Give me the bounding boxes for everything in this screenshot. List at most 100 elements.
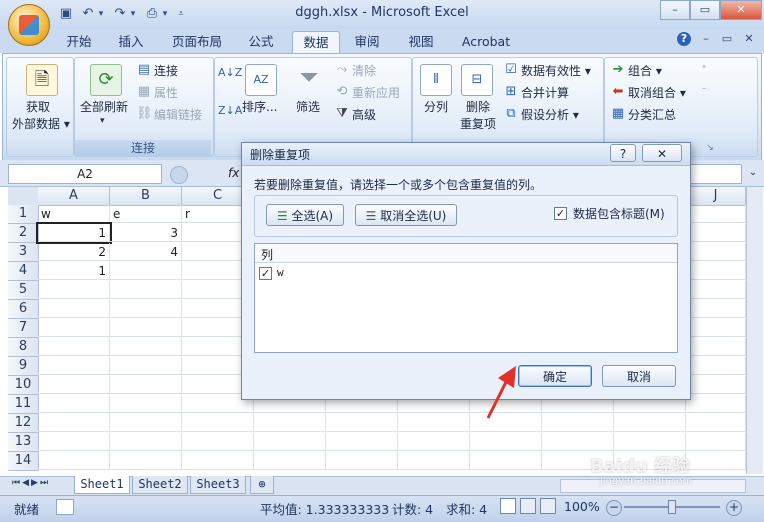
consolidate-button[interactable]: 合并计算	[521, 84, 569, 101]
cell-i13[interactable]	[614, 433, 686, 451]
tab-page-layout[interactable]: 页面布局	[166, 31, 228, 53]
dialog-title-bar[interactable]: 删除重复项 ? ✕	[242, 143, 690, 166]
cell-b10[interactable]	[110, 376, 182, 394]
cell-a6[interactable]	[38, 300, 110, 318]
cell-j12[interactable]	[686, 414, 746, 432]
cell-b5[interactable]	[110, 281, 182, 299]
cell-a11[interactable]	[38, 395, 110, 413]
cell-a1[interactable]: w	[38, 205, 110, 223]
cell-b3[interactable]: 4	[110, 243, 182, 261]
column-header-j[interactable]: J	[686, 187, 746, 206]
filter-button[interactable]: 筛选	[296, 98, 320, 115]
cell-b8[interactable]	[110, 338, 182, 356]
row-header[interactable]: 3	[8, 243, 39, 262]
clear-button[interactable]: 清除	[352, 62, 376, 79]
select-all-corner[interactable]	[8, 187, 39, 206]
get-external-data-label-2[interactable]: 外部数据 ▾	[12, 115, 70, 132]
row-header[interactable]: 11	[8, 395, 39, 414]
unselect-all-button[interactable]: ☰ 取消全选(U)	[355, 204, 457, 226]
cell-j2[interactable]	[686, 224, 746, 242]
cell-a3[interactable]: 2	[38, 243, 110, 261]
tab-data[interactable]: 数据	[292, 31, 340, 54]
cell-e13[interactable]	[326, 433, 398, 451]
cell-b7[interactable]	[110, 319, 182, 337]
cell-a12[interactable]	[38, 414, 110, 432]
cell-a7[interactable]	[38, 319, 110, 337]
ribbon-close-button[interactable]: ✕	[742, 32, 756, 46]
text-to-columns-button[interactable]: 分列	[424, 98, 448, 115]
ribbon-minimize-button[interactable]: –	[699, 32, 713, 46]
ok-button[interactable]: 确定	[518, 365, 592, 387]
hide-detail-icon[interactable]: ⁻	[696, 84, 712, 100]
sheet-tab-2[interactable]: Sheet2	[132, 476, 188, 494]
cell-f14[interactable]	[398, 452, 470, 470]
cell-c12[interactable]	[182, 414, 254, 432]
tab-home[interactable]: 开始	[58, 31, 100, 53]
tab-insert[interactable]: 插入	[110, 31, 152, 53]
cell-j10[interactable]	[686, 376, 746, 394]
remove-duplicates-label-1[interactable]: 删除	[466, 98, 490, 115]
tab-review[interactable]: 审阅	[346, 31, 388, 53]
cell-j3[interactable]	[686, 243, 746, 261]
cell-c14[interactable]	[182, 452, 254, 470]
ribbon-restore-button[interactable]: ▭	[720, 32, 734, 46]
cell-a14[interactable]	[38, 452, 110, 470]
row-header[interactable]: 4	[8, 262, 39, 281]
reapply-button[interactable]: 重新应用	[352, 84, 400, 101]
cell-j4[interactable]	[686, 262, 746, 280]
cell-g13[interactable]	[470, 433, 542, 451]
macro-record-icon[interactable]	[56, 499, 74, 515]
cell-e14[interactable]	[326, 452, 398, 470]
cell-f13[interactable]	[398, 433, 470, 451]
cell-b9[interactable]	[110, 357, 182, 375]
tab-formulas[interactable]: 公式	[240, 31, 282, 53]
column-header-a[interactable]: A	[38, 187, 110, 206]
has-headers-checkbox[interactable]: ✓	[554, 207, 567, 220]
cell-a13[interactable]	[38, 433, 110, 451]
formula-bar-toggle-icon[interactable]	[170, 166, 188, 184]
row-header[interactable]: 14	[8, 452, 39, 471]
cell-j9[interactable]	[686, 357, 746, 375]
zoom-out-icon[interactable]: −	[606, 500, 622, 516]
has-headers-label[interactable]: 数据包含标题(M)	[573, 205, 665, 222]
cell-j6[interactable]	[686, 300, 746, 318]
insert-sheet-icon[interactable]: ⊕	[250, 476, 274, 494]
row-header[interactable]: 6	[8, 300, 39, 319]
column-header-b[interactable]: B	[110, 187, 182, 206]
close-button[interactable]: ✕	[720, 0, 762, 20]
dialog-help-button[interactable]: ?	[610, 144, 636, 162]
tab-acrobat[interactable]: Acrobat	[455, 31, 517, 53]
cell-b14[interactable]	[110, 452, 182, 470]
cell-d13[interactable]	[254, 433, 326, 451]
subtotal-button[interactable]: 分类汇总	[628, 106, 676, 123]
tab-view[interactable]: 视图	[400, 31, 442, 53]
select-all-button[interactable]: ☰ 全选(A)	[266, 204, 344, 226]
sheet-tab-3[interactable]: Sheet3	[190, 476, 246, 494]
row-header[interactable]: 9	[8, 357, 39, 376]
row-header[interactable]: 8	[8, 338, 39, 357]
cell-a8[interactable]	[38, 338, 110, 356]
cell-f12[interactable]	[398, 414, 470, 432]
cell-b2[interactable]: 3	[110, 224, 182, 242]
show-detail-icon[interactable]: ⁺	[696, 62, 712, 78]
row-header[interactable]: 1	[8, 205, 39, 224]
cell-b12[interactable]	[110, 414, 182, 432]
help-icon[interactable]: ?	[677, 32, 691, 46]
vertical-scrollbar[interactable]	[746, 187, 763, 474]
edit-links-button[interactable]: 编辑链接	[154, 106, 202, 123]
cell-b11[interactable]	[110, 395, 182, 413]
name-box[interactable]: A2	[8, 164, 162, 184]
refresh-all-dropdown-icon[interactable]: ▾	[100, 116, 105, 126]
what-if-analysis-button[interactable]: 假设分析 ▾	[521, 106, 579, 123]
outline-dialog-launcher-icon[interactable]: ↘	[702, 140, 718, 156]
sort-button[interactable]: 排序...	[242, 98, 277, 115]
ungroup-button[interactable]: 取消组合 ▾	[628, 84, 686, 101]
cell-b4[interactable]	[110, 262, 182, 280]
cell-i12[interactable]	[614, 414, 686, 432]
normal-view-icon[interactable]	[500, 498, 516, 514]
row-header[interactable]: 12	[8, 414, 39, 433]
cell-c13[interactable]	[182, 433, 254, 451]
cell-d14[interactable]	[254, 452, 326, 470]
sort-za-icon[interactable]: Z↓A	[218, 104, 242, 117]
cell-j14[interactable]	[686, 452, 746, 470]
